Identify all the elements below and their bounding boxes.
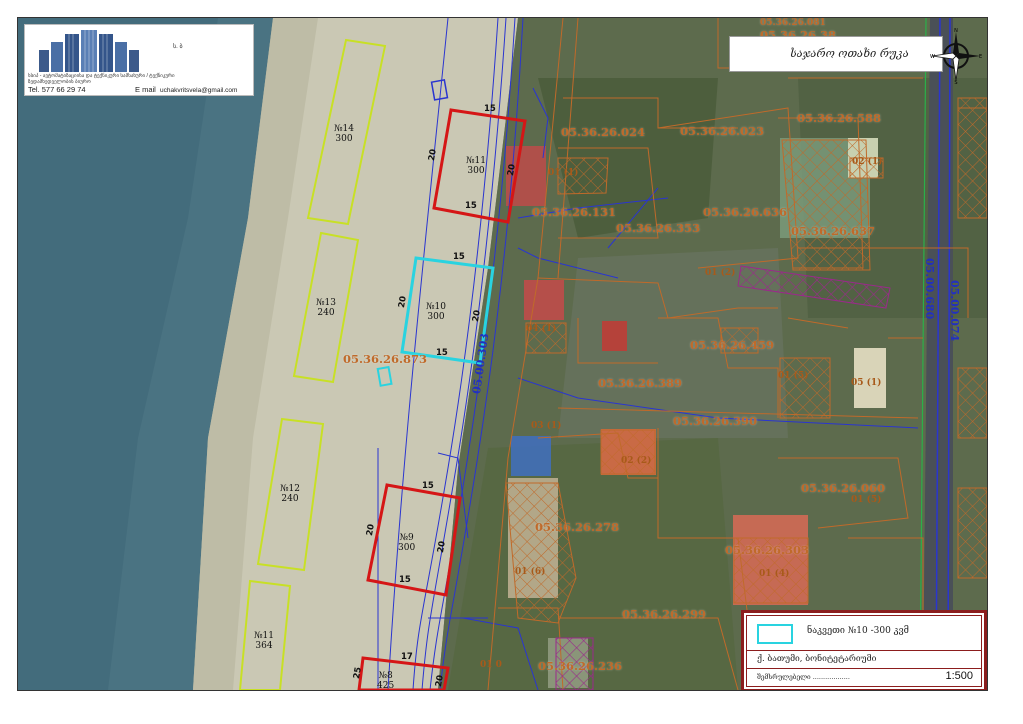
dimension-label: 20 [364, 523, 377, 537]
dimension-label: 15 [422, 481, 434, 491]
parcel-label: 05.36.26.278 [535, 520, 620, 534]
unit-label: 04 (1) [526, 324, 557, 334]
parcel-label: 05.36.26.390 [673, 414, 758, 428]
plot-label-13: №13 240 [316, 298, 336, 318]
dimension-label: 20 [433, 674, 446, 688]
parcel-label: 05.36.26.299 [622, 607, 707, 621]
unit-label: 01 (6) [515, 567, 546, 577]
dimension-label: 20 [426, 148, 439, 162]
map-frame: 05.36.26.38 05.36.26.081 05.36.26.024 05… [17, 17, 988, 691]
email-label: E mail [135, 85, 156, 94]
company-logo-box: ს. ბ სსიპ - ავტომატიზაციისა და ტექნიკური… [24, 24, 254, 96]
parcel-label: 05.36.26.131 [532, 205, 617, 219]
parcel-label: 05.36.26.081 [760, 18, 826, 28]
compass-icon: N S W E [930, 28, 982, 84]
road-label: 05.00.074 [948, 280, 961, 342]
dimension-label: 20 [396, 295, 409, 309]
parcel-label: 05.36.26.459 [690, 338, 775, 352]
unit-label: 01 0 [480, 660, 502, 670]
unit-label: 02 (1) [852, 157, 883, 167]
dimension-label: 15 [436, 348, 448, 358]
legend-box: ნაკვეთი №10 -300 კვმ ქ. ბათუმი, ბონიტეტა… [741, 610, 987, 690]
plot-label-10: №10 300 [426, 302, 446, 322]
plot-label-14: №14 300 [334, 124, 354, 144]
legend-signature: შემსრულებელი .................. [757, 673, 850, 681]
logo-phone: Tel. 577 66 29 74 [28, 85, 86, 94]
logo-company-line: სსიპ - ავტომატიზაციისა და ტექნიკური სამს… [28, 73, 175, 85]
legend-owner: ქ. ბათუმი, ბონიტეტარიუმი [757, 654, 877, 664]
dimension-label: 15 [465, 201, 477, 211]
road-label: 05.00.680 [923, 258, 936, 320]
logo-email: E mail uchakvritsvela@gmail.com [135, 85, 237, 94]
plot-label-9: №9 300 [398, 533, 416, 553]
parcel-label: 05.36.26.023 [680, 124, 765, 138]
parcel-label: 05.36.26.637 [791, 224, 876, 238]
dimension-label: 15 [484, 104, 496, 114]
unit-label: 01 (4) [759, 569, 790, 579]
dimension-label: 15 [453, 252, 465, 262]
compass-s: S [954, 80, 957, 84]
compass-w: W [930, 54, 935, 60]
parcel-label: 05.36.26.389 [598, 376, 683, 390]
building-logo-icon [39, 30, 139, 72]
dimension-label: 20 [435, 540, 448, 554]
dimension-label: 25 [351, 666, 364, 680]
parcel-label: 05.36.26.060 [801, 481, 886, 495]
compass-n: N [954, 28, 958, 34]
email-address: uchakvritsvela@gmail.com [160, 87, 238, 94]
dimension-label: 17 [401, 652, 413, 662]
parcel-label: 05.36.26.588 [797, 111, 882, 125]
unit-label: 01 (5) [778, 371, 809, 381]
compass-e: E [979, 54, 982, 60]
map-title-box: საჯარო ოთახი რუკა [729, 36, 943, 72]
plot-label-11-364: №11 364 [254, 631, 274, 651]
plot-label-11: №11 300 [466, 156, 486, 176]
unit-label: 01 (2) [705, 268, 736, 278]
dimension-label: 20 [505, 163, 518, 177]
legend-cyan-swatch [757, 624, 793, 644]
legend-scale: 1:500 [945, 670, 973, 682]
plot-label-8: №8 425 [377, 671, 395, 691]
parcel-label: 05.36.26.873 [343, 352, 428, 366]
legend-label: ნაკვეთი №10 -300 კვმ [807, 626, 909, 636]
parcel-label: 05.36.26.353 [616, 221, 701, 235]
unit-label: 03 (1) [531, 421, 562, 431]
parcel-label: 05.36.26.024 [561, 125, 646, 139]
dimension-label: 15 [399, 575, 411, 585]
parcel-label: 05.36.26.236 [538, 659, 623, 673]
parcel-label: 05.36.26.303 [725, 543, 810, 557]
logo-small-text: ს. ბ [173, 44, 183, 50]
dimension-label: 20 [470, 309, 483, 323]
map-title: საჯარო ოთახი რუკა [790, 47, 909, 60]
unit-label: 05 (1) [851, 378, 882, 388]
unit-label: 02 (2) [621, 456, 652, 466]
parcel-label: 05.36.26.636 [703, 205, 788, 219]
unit-label: 01 (5) [851, 495, 882, 505]
plot-label-12: №12 240 [280, 484, 300, 504]
unit-label: 01 (1) [548, 168, 579, 178]
